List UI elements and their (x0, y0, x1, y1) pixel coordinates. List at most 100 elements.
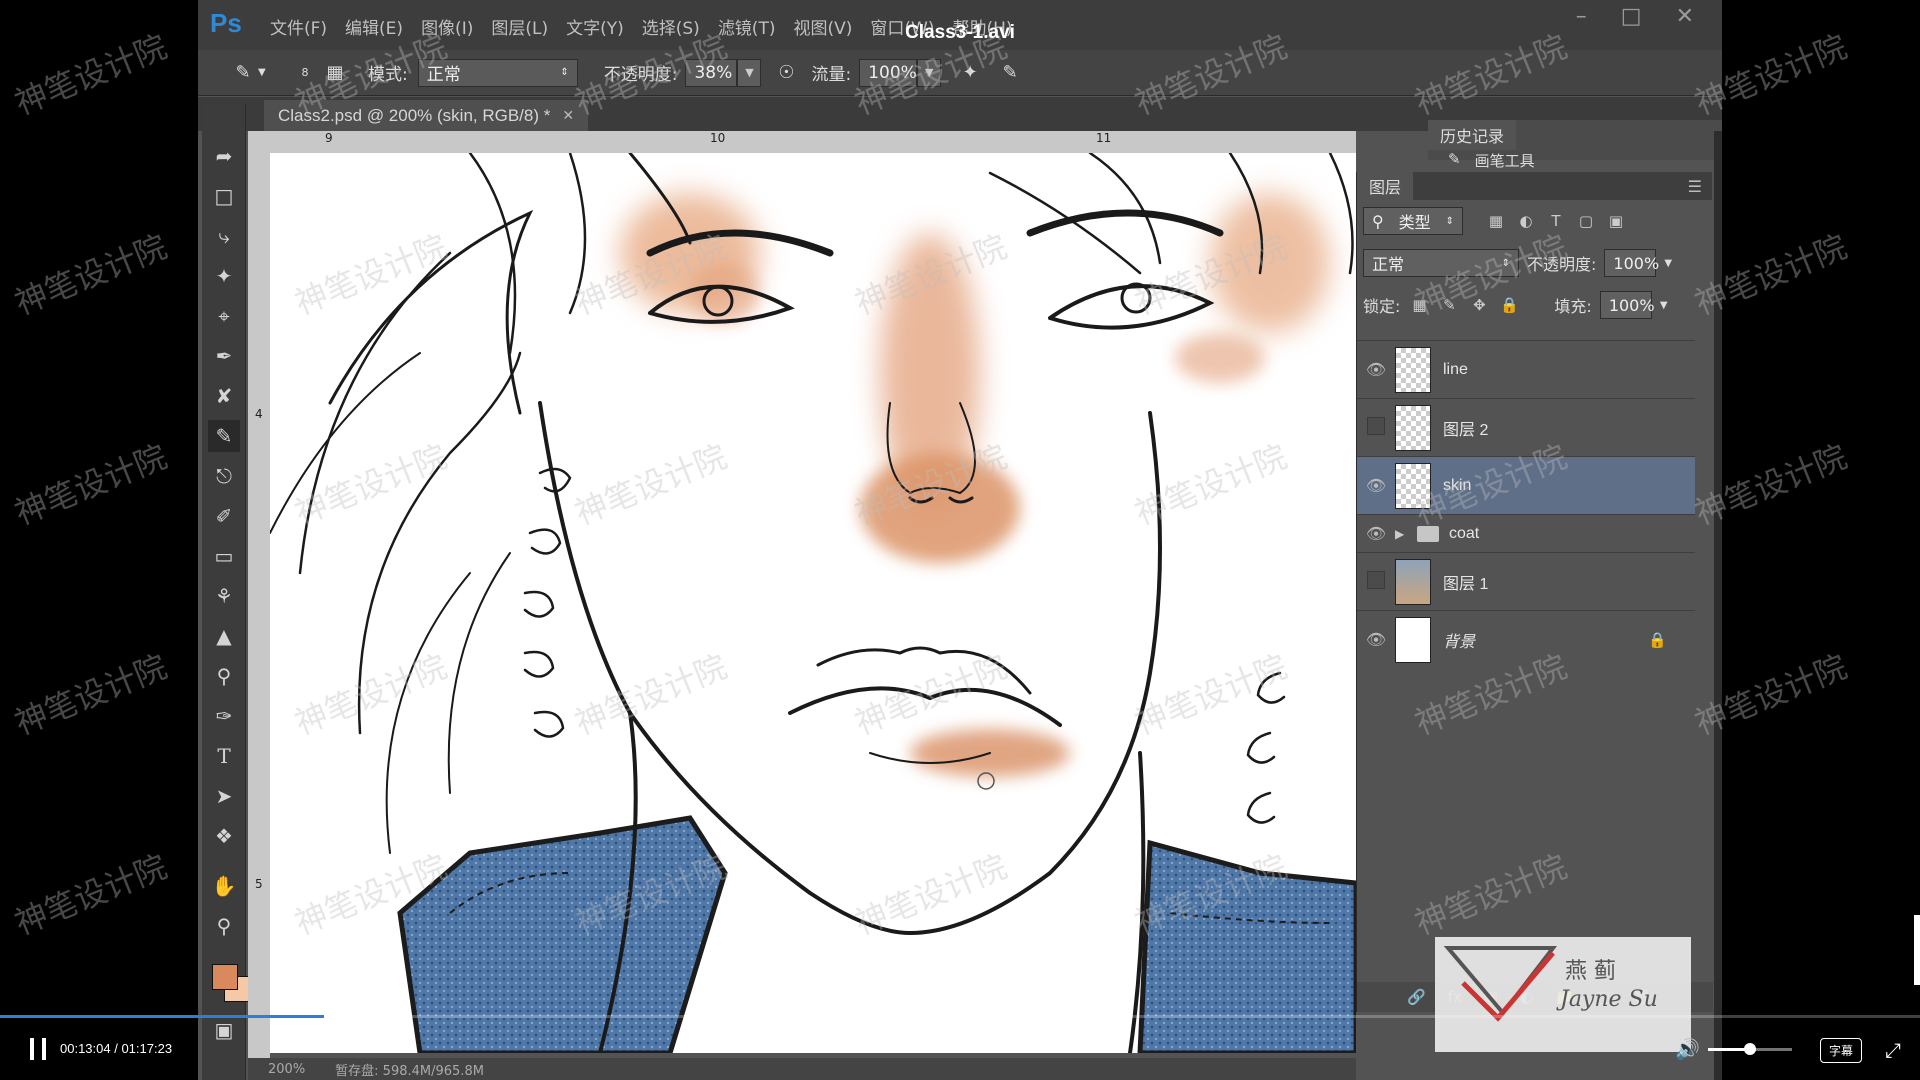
visibility-toggle[interactable] (1357, 417, 1395, 439)
mode-select[interactable]: 正常 ⇕ (417, 58, 578, 87)
eye-icon[interactable]: 👁 (1357, 476, 1395, 495)
airbrush-icon[interactable]: ✦ (955, 58, 985, 88)
eye-icon[interactable]: 👁 (1357, 360, 1395, 379)
photoshop-window: Ps 文件(F) 编辑(E) 图像(I) 图层(L) 文字(Y) 选择(S) 滤… (198, 0, 1722, 1080)
layers-tab[interactable]: 图层 (1357, 172, 1414, 200)
shape-tool-icon[interactable]: ❖ (208, 820, 240, 852)
watermark: 神笔设计院 (9, 847, 173, 943)
stamp-tool-icon[interactable]: ⎋ (208, 460, 240, 492)
layer-name: line (1443, 360, 1468, 378)
scrollbar[interactable] (1714, 131, 1722, 1080)
flow-input[interactable]: 100% (859, 58, 918, 87)
pen-tool-icon[interactable]: ✑ (208, 700, 240, 732)
brush-panel-icon[interactable]: ▦ (320, 58, 350, 88)
folder-icon (1417, 525, 1439, 542)
lock-all-icon[interactable]: 🔒 (1498, 294, 1520, 316)
layer-thumbnail (1395, 462, 1431, 509)
history-item[interactable]: ✎ 画笔工具 (1448, 150, 1535, 171)
lock-transparent-icon[interactable]: ▦ (1408, 294, 1430, 316)
layer-row[interactable]: 图层 1 (1357, 552, 1695, 610)
brush-tool-icon[interactable]: ✎ (208, 420, 240, 452)
exit-fullscreen-icon[interactable]: ⤢ (1885, 1038, 1901, 1062)
layer-thumbnail (1395, 404, 1431, 451)
history-brush-tool-icon[interactable]: ✐ (208, 500, 240, 532)
eraser-tool-icon[interactable]: ▭ (208, 540, 240, 572)
chevron-down-icon[interactable]: ▼ (258, 67, 272, 78)
pause-icon[interactable] (28, 1038, 48, 1060)
opacity-dropdown[interactable]: ▼ (737, 58, 762, 87)
layers-panel: 图层 ☰ ⚲ 类型 ⇕ ▦ ◐ T ▢ ▣ 正常 ⇕ 不透明度: 100% ▼ 锁… (1356, 172, 1713, 1012)
panel-menu-icon[interactable]: ☰ (1688, 177, 1702, 196)
chevron-down-icon[interactable]: ▼ (1660, 300, 1668, 311)
volume-knob[interactable] (1744, 1043, 1756, 1055)
layer-row[interactable]: 👁 line (1357, 340, 1695, 398)
document-tab-label: Class2.psd @ 200% (skin, RGB/8) * (278, 105, 551, 125)
opacity-label: 不透明度: (603, 65, 678, 85)
subtitle-button[interactable]: 字幕 (1820, 1038, 1863, 1063)
eye-icon[interactable]: 👁 (1357, 524, 1395, 543)
zoom-tool-icon[interactable]: ⚲ (208, 910, 240, 942)
history-tab[interactable]: 历史记录 (1428, 120, 1517, 150)
filter-kind-select[interactable]: ⚲ 类型 ⇕ (1363, 207, 1463, 235)
pressure-size-icon[interactable]: ✎ (995, 58, 1025, 88)
fill-input[interactable]: 100% (1599, 291, 1655, 319)
layer-row[interactable]: 👁 背景 🔒 (1357, 610, 1695, 668)
lock-pixels-icon[interactable]: ✎ (1438, 294, 1460, 316)
visibility-toggle[interactable] (1357, 571, 1395, 593)
flow-dropdown[interactable]: ▼ (917, 58, 942, 87)
filter-type-icon[interactable]: T (1545, 210, 1567, 232)
brand-glyphs: 燕 蓟 (1565, 959, 1616, 984)
lock-row: 锁定: ▦ ✎ ✥ 🔒 填充: 100% ▼ (1357, 284, 1712, 326)
brush-size-picker[interactable]: 8 (290, 58, 320, 88)
document-tab[interactable]: Class2.psd @ 200% (skin, RGB/8) * ✕ (264, 100, 589, 131)
volume-icon[interactable]: 🔊 (1675, 1037, 1700, 1061)
healing-brush-tool-icon[interactable]: ✘ (208, 380, 240, 412)
options-bar: ✎ ▼ 8 ▦ 模式: 正常 ⇕ 不透明度: 38% ▼ ☉ 流量: 100% ▼… (198, 50, 1722, 96)
eyedropper-tool-icon[interactable]: ✒ (208, 340, 240, 372)
progress-bar[interactable] (0, 1015, 1920, 1018)
eye-icon[interactable]: 👁 (1357, 630, 1395, 649)
video-title: Class3-1.avi (905, 22, 1015, 43)
magic-wand-tool-icon[interactable]: ✦ (208, 260, 240, 292)
dodge-tool-icon[interactable]: ⚲ (208, 660, 240, 692)
marquee-tool-icon[interactable]: □ (208, 180, 240, 212)
chevron-down-icon[interactable]: ▼ (1664, 258, 1672, 269)
layer-row-selected[interactable]: 👁 skin (1357, 456, 1695, 514)
search-icon: ⚲ (1372, 211, 1384, 231)
side-panel-handle[interactable] (1914, 915, 1920, 985)
brush-preset-icon[interactable]: ✎ (228, 58, 258, 88)
canvas[interactable] (270, 153, 1356, 1053)
hand-tool-icon[interactable]: ✋ (208, 870, 240, 902)
lock-label: 锁定: (1363, 297, 1401, 316)
filter-shape-icon[interactable]: ▢ (1575, 210, 1597, 232)
move-tool-icon[interactable]: ➦ (208, 140, 240, 172)
opacity-input[interactable]: 38% (685, 58, 738, 87)
foreground-color-swatch[interactable] (212, 964, 238, 990)
mode-label: 模式: (368, 65, 408, 85)
blur-tool-icon[interactable]: ▲ (208, 620, 240, 652)
pressure-opacity-icon[interactable]: ☉ (771, 58, 801, 88)
layers-panel-header: 图层 ☰ (1357, 172, 1712, 200)
fill-label: 填充: (1554, 297, 1592, 316)
layer-row[interactable]: 图层 2 (1357, 398, 1695, 456)
lock-position-icon[interactable]: ✥ (1468, 294, 1490, 316)
layer-name: 图层 2 (1443, 421, 1489, 439)
ruler-h-label: 11 (1096, 131, 1112, 145)
layer-opacity-input[interactable]: 100% (1604, 249, 1659, 277)
crop-tool-icon[interactable]: ⌖ (208, 300, 240, 332)
close-tab-icon[interactable]: ✕ (562, 107, 574, 124)
filter-adjustment-icon[interactable]: ◐ (1515, 210, 1537, 232)
layer-group-row[interactable]: 👁 ▶ coat (1357, 514, 1695, 552)
history-panel: 历史记录 ✎ 画笔工具 (1428, 120, 1722, 170)
blend-mode-select[interactable]: 正常 ⇕ (1363, 249, 1519, 277)
flow-label: 流量: (811, 65, 852, 85)
lasso-tool-icon[interactable]: ⤷ (208, 220, 240, 252)
paint-bucket-tool-icon[interactable]: ⚘ (208, 580, 240, 612)
expand-arrow-icon[interactable]: ▶ (1395, 527, 1411, 541)
path-selection-tool-icon[interactable]: ➤ (208, 780, 240, 812)
filter-pixel-icon[interactable]: ▦ (1485, 210, 1507, 232)
filter-smart-icon[interactable]: ▣ (1605, 210, 1627, 232)
type-tool-icon[interactable]: T (208, 740, 240, 772)
lock-icon: 🔒 (1648, 630, 1667, 649)
volume-slider[interactable] (1708, 1043, 1792, 1055)
